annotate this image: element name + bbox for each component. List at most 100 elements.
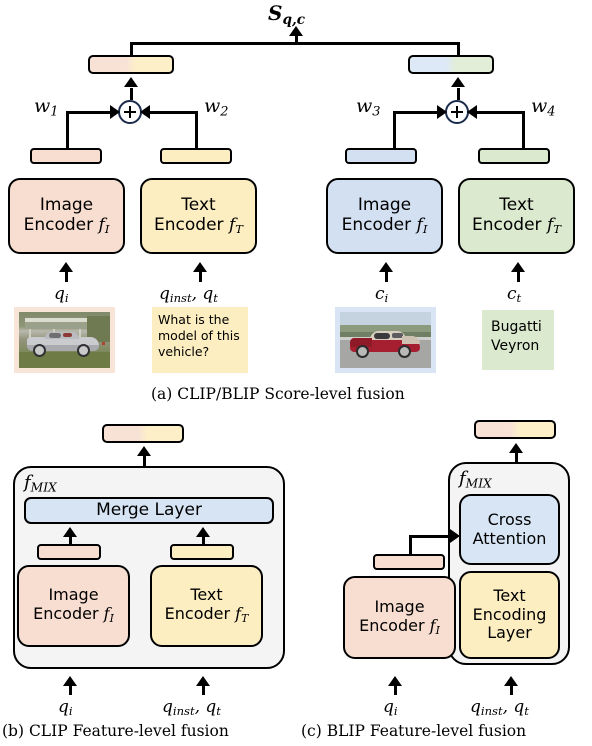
weight-w4-label: w4 xyxy=(531,95,556,120)
query-image-encoder-symbol: fI xyxy=(98,215,110,237)
panel-c-text-encoding-label-2: Encoding xyxy=(472,604,547,624)
panel-b-image-feature-bar xyxy=(37,544,101,560)
w1-vertical-line xyxy=(66,112,69,150)
candidate-image-encoder[interactable]: Image Encoder fI xyxy=(326,178,443,254)
panel-c-image-encoder-label-1: Image xyxy=(374,596,425,616)
candidate-answer-text: Bugatti Veyron xyxy=(491,319,542,354)
panel-a-caption: (a) CLIP/BLIP Score-level fusion xyxy=(151,385,405,403)
panel-b-qinst-stem xyxy=(201,685,205,695)
panel-b-merge-layer-label: Merge Layer xyxy=(96,500,202,521)
query-text-encoder-label-1: Text xyxy=(181,195,216,216)
panel-b-caption: (b) CLIP Feature-level fusion xyxy=(2,722,229,740)
panel-c-image-encoder-symbol: fI xyxy=(429,615,440,637)
query-image-thumbnail xyxy=(19,312,110,368)
candidate-image-thumbnail-frame xyxy=(335,307,436,373)
query-image-feature-bar xyxy=(30,148,102,164)
panel-c-feature-route-arrow-icon xyxy=(450,529,460,543)
query-fused-feature-bar xyxy=(88,55,174,74)
candidate-image-encoder-label-2: Encoder xyxy=(341,215,412,236)
right-sum-to-bar-arrow-icon xyxy=(451,77,465,87)
panel-c-cross-attention-label-2: Attention xyxy=(472,528,547,548)
left-sum-operator xyxy=(118,100,142,124)
query-text-encoder-label-2: Encoder xyxy=(154,215,224,236)
left-sum-to-bar-stem xyxy=(129,88,133,100)
w3-horizontal-line xyxy=(393,110,439,114)
panel-b-output-arrow-icon xyxy=(137,446,151,456)
panel-b-text-encoder[interactable]: Text Encoder fT xyxy=(150,565,263,647)
input-ci-label: ci xyxy=(375,284,389,306)
candidate-text-feature-bar xyxy=(478,148,550,164)
panel-b-image-encoder-label-2: Encoder xyxy=(33,604,99,623)
query-question-textbox: What is the model of this vehicle? xyxy=(152,307,248,373)
panel-c-image-encoder-label-2: Encoder xyxy=(359,615,425,635)
candidate-fused-feature-bar xyxy=(408,55,494,74)
ci-input-stem xyxy=(384,271,388,282)
query-question-text: What is the model of this vehicle? xyxy=(158,312,240,359)
weight-w1-label: w1 xyxy=(34,95,59,120)
weight-w3-label: w3 xyxy=(356,95,381,120)
input-qinst-qt-label: qinst, qt xyxy=(159,284,218,306)
panel-c-caption: (c) BLIP Feature-level fusion xyxy=(301,722,527,740)
query-image-encoder-label-1: Image xyxy=(39,195,94,216)
w3-arrow-icon xyxy=(437,105,447,119)
panel-c-output-feature-bar xyxy=(474,420,556,439)
panel-c-input-qinst-qt-label: qinst, qt xyxy=(470,697,529,719)
panel-b-qi-stem xyxy=(68,685,72,695)
candidate-text-encoder-label-1: Text xyxy=(499,195,534,216)
query-text-feature-bar xyxy=(160,148,232,164)
query-image-thumbnail-frame xyxy=(14,307,115,373)
candidate-image-encoder-label-1: Image xyxy=(357,195,412,216)
input-ct-label: ct xyxy=(507,284,522,306)
panel-c-qinst-stem xyxy=(509,685,513,695)
ct-input-stem xyxy=(516,271,520,282)
panel-b-output-feature-bar xyxy=(102,424,184,443)
panel-b-fmix-label: fMIX xyxy=(24,472,57,495)
panel-b-input-qi-label: qi xyxy=(58,697,73,719)
panel-c-text-encoding-layer[interactable]: Text Encoding Layer xyxy=(459,571,560,659)
candidate-answer-textbox: Bugatti Veyron xyxy=(482,310,554,370)
panel-c-image-feature-bar xyxy=(373,554,445,570)
candidate-text-encoder-symbol: fT xyxy=(546,215,561,237)
query-text-encoder[interactable]: Text Encoder fT xyxy=(140,178,257,254)
candidate-image-encoder-symbol: fI xyxy=(416,215,428,237)
panel-c-qi-stem xyxy=(393,685,397,695)
qinst-input-stem xyxy=(198,271,202,282)
query-text-encoder-symbol: fT xyxy=(228,215,243,237)
panel-c-text-encoding-label-3: Layer xyxy=(487,623,532,643)
panel-b-image-encoder[interactable]: Image Encoder fI xyxy=(17,565,130,647)
panel-c-feature-route-vertical xyxy=(409,536,412,556)
query-image-encoder[interactable]: Image Encoder fI xyxy=(8,178,125,254)
panel-c-cross-attention[interactable]: Cross Attention xyxy=(459,494,560,565)
qi-input-stem xyxy=(64,271,68,282)
score-output-label: Sq,c xyxy=(268,1,305,28)
weight-w2-label: w2 xyxy=(204,95,229,120)
panel-c-text-encoding-label-1: Text xyxy=(493,585,526,605)
w3-vertical-line xyxy=(393,112,396,150)
w2-horizontal-line xyxy=(149,110,198,114)
panel-b-text-encoder-label-2: Encoder xyxy=(164,604,231,623)
panel-b-input-qinst-qt-label: qinst, qt xyxy=(162,697,221,719)
panel-b-image-encoder-label-1: Image xyxy=(48,585,99,605)
candidate-text-encoder-label-2: Encoder xyxy=(472,215,542,236)
w4-vertical-line xyxy=(522,112,525,150)
panel-c-input-qi-label: qi xyxy=(383,697,398,719)
left-sum-to-bar-arrow-icon xyxy=(124,77,138,87)
candidate-text-encoder[interactable]: Text Encoder fT xyxy=(458,178,575,254)
candidate-image-thumbnail xyxy=(340,312,431,368)
panel-b-image-encoder-symbol: fI xyxy=(103,604,114,626)
panel-c-fmix-label: fMIX xyxy=(459,468,492,491)
panel-b-text-encoder-label-1: Text xyxy=(190,585,223,605)
panel-c-image-encoder[interactable]: Image Encoder fI xyxy=(343,576,456,659)
panel-b-text-feature-bar xyxy=(170,544,234,560)
query-image-encoder-label-2: Encoder xyxy=(23,215,94,236)
panel-b-merge-layer[interactable]: Merge Layer xyxy=(24,497,274,524)
w1-arrow-icon xyxy=(110,105,120,119)
w1-horizontal-line xyxy=(66,110,112,114)
w2-arrow-icon xyxy=(140,105,150,119)
panel-b-text-encoder-symbol: fT xyxy=(235,604,249,626)
w4-arrow-icon xyxy=(467,105,477,119)
right-sum-to-bar-stem xyxy=(456,88,460,100)
right-sum-operator xyxy=(445,100,469,124)
panel-c-feature-route-horizontal xyxy=(409,535,453,538)
fusion-bus-right-drop xyxy=(457,42,460,56)
